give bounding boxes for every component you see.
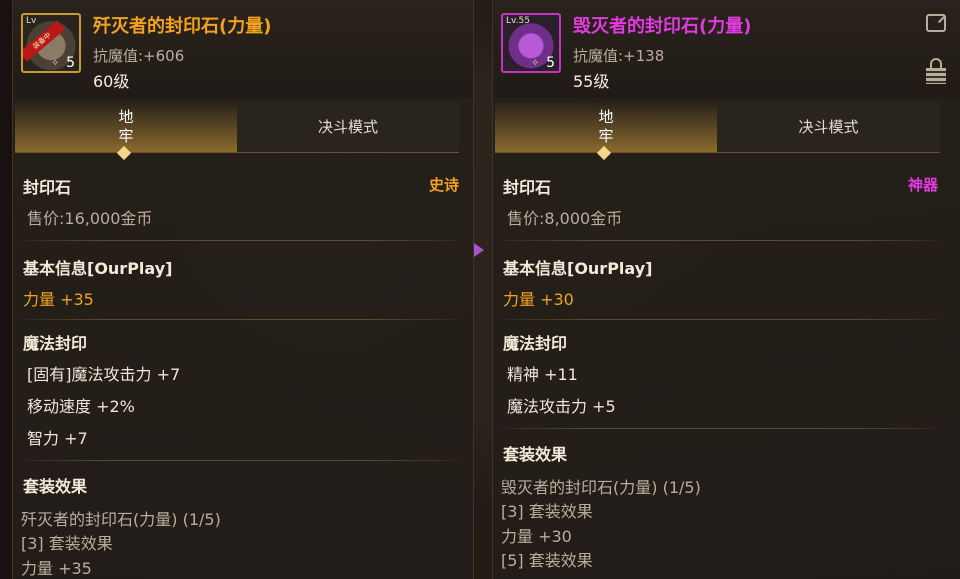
magic-stat: 魔法攻击力 +5 [507, 397, 616, 416]
item-level: 60级 [93, 72, 130, 91]
tab-pvp-label: 决斗模式 [798, 118, 859, 136]
item-icon[interactable]: Lv.55 ✧ 5 [501, 13, 561, 73]
mode-tabs: 地 牢 决斗模式 [15, 102, 459, 161]
basic-stat: 力量 +35 [23, 290, 94, 309]
tab-pvp[interactable]: 决斗模式 [237, 102, 459, 152]
magic-seal-title: 魔法封印 [23, 334, 88, 353]
tab-dungeon-label: 地 牢 [118, 108, 134, 145]
magic-seal-title: 魔法封印 [503, 334, 568, 353]
star-icon: ✧ [51, 58, 60, 69]
item-level: 55级 [573, 72, 610, 91]
basic-info-title: 基本信息[OurPlay] [23, 259, 173, 278]
set-line: 毁灭者的封印石(力量) (1/5) [501, 478, 701, 497]
item-icon[interactable]: Lv 装备中 ✧ 5 [21, 13, 81, 73]
set-line: [3] 套装效果 [21, 534, 113, 553]
item-level-badge: Lv.55 [506, 16, 530, 26]
divider [19, 240, 459, 241]
divider [499, 319, 940, 320]
divider [19, 319, 459, 320]
item-name: 毁灭者的封印石(力量) [573, 16, 752, 37]
item-grade: 神器 [907, 176, 938, 194]
item-tooltip-equipped: Lv 装备中 ✧ 5 歼灭者的封印石(力量) 抗魔值:+606 60级 地 牢 … [12, 0, 474, 579]
magic-stat: 精神 +11 [507, 365, 578, 384]
item-category: 封印石 [503, 178, 552, 197]
lock-icon[interactable] [926, 58, 946, 84]
share-icon[interactable] [926, 14, 946, 32]
tab-indicator-icon [596, 145, 612, 161]
tooltip-header: Lv 装备中 ✧ 5 歼灭者的封印石(力量) 抗魔值:+606 60级 [13, 0, 473, 98]
item-category: 封印石 [23, 178, 72, 197]
item-tooltip-compare: Lv.55 ✧ 5 毁灭者的封印石(力量) 抗魔值:+138 55级 地 牢 决… [492, 0, 960, 579]
magic-stat: 智力 +7 [27, 429, 88, 448]
tab-pvp[interactable]: 决斗模式 [717, 102, 940, 152]
tab-dungeon[interactable]: 地 牢 [15, 102, 237, 161]
item-price: 售价:16,000金币 [27, 209, 153, 228]
star-icon: ✧ [531, 58, 540, 69]
set-line: [3] 套装效果 [501, 502, 593, 521]
item-name: 歼灭者的封印石(力量) [93, 16, 272, 37]
basic-stat: 力量 +30 [503, 290, 574, 309]
mode-tabs: 地 牢 决斗模式 [495, 102, 940, 161]
tab-dungeon[interactable]: 地 牢 [495, 102, 717, 161]
item-resist: 抗魔值:+138 [573, 47, 665, 65]
set-line: [5] 套装效果 [501, 551, 593, 570]
item-count: 5 [66, 55, 75, 71]
divider [19, 460, 459, 461]
tooltip-header: Lv.55 ✧ 5 毁灭者的封印石(力量) 抗魔值:+138 55级 [493, 0, 960, 98]
item-grade: 史诗 [428, 176, 459, 194]
equipped-ribbon: 装备中 [23, 20, 66, 62]
item-count: 5 [546, 55, 555, 71]
set-line: 歼灭者的封印石(力量) (1/5) [21, 510, 221, 529]
tab-indicator-icon [116, 145, 132, 161]
magic-stat: [固有]魔法攻击力 +7 [27, 365, 181, 384]
divider [499, 240, 940, 241]
item-price: 售价:8,000金币 [507, 209, 623, 228]
tab-pvp-label: 决斗模式 [317, 118, 378, 136]
set-line: 力量 +30 [501, 527, 572, 546]
item-resist: 抗魔值:+606 [93, 47, 185, 65]
set-effect-title: 套装效果 [23, 477, 88, 496]
basic-info-title: 基本信息[OurPlay] [503, 259, 653, 278]
tab-dungeon-label: 地 牢 [598, 108, 614, 145]
compare-arrow-icon [474, 243, 484, 257]
divider [499, 428, 940, 429]
item-level-badge: Lv [26, 16, 37, 26]
set-effect-title: 套装效果 [503, 445, 568, 464]
magic-stat: 移动速度 +2% [27, 397, 135, 416]
set-line: 力量 +35 [21, 559, 92, 578]
